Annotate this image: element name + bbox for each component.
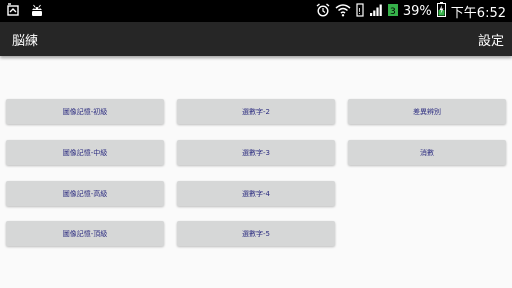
select-number-5-button[interactable]: 選數字-5 [177,221,335,246]
menu-grid: 圖像記憶-初級 圖像記憶-中級 圖像記憶-高級 圖像記憶-頂級 選數字-2 選數… [0,0,512,288]
select-number-3-button[interactable]: 選數字-3 [177,140,335,165]
image-memory-advanced-button[interactable]: 圖像記憶-高級 [6,181,164,206]
difference-recognition-button[interactable]: 差異辨別 [348,99,506,124]
image-memory-top-button[interactable]: 圖像記憶-頂級 [6,221,164,246]
image-memory-intermediate-button[interactable]: 圖像記憶-中級 [6,140,164,165]
select-number-2-button[interactable]: 選數字-2 [177,99,335,124]
select-number-4-button[interactable]: 選數字-4 [177,181,335,206]
image-memory-beginner-button[interactable]: 圖像記憶-初級 [6,99,164,124]
eliminate-numbers-button[interactable]: 消數 [348,140,506,165]
